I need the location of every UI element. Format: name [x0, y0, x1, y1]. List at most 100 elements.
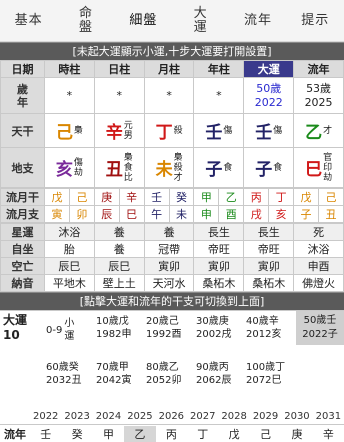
dizhi-note: 官 印 劫 — [323, 152, 333, 183]
liuyue_zhi-cell[interactable]: 卯 — [68, 205, 95, 223]
dayun-cell[interactable]: 10歲戊 1982申 — [96, 315, 131, 341]
dizhi-cell[interactable]: 亥傷 劫 — [44, 147, 95, 188]
liuyue_zhi-cell[interactable]: 丑 — [317, 205, 344, 223]
dayun-cell[interactable]: 20歲己 1992酉 — [146, 315, 181, 341]
liunian-age-cell[interactable]: 53歲 2025 — [293, 77, 344, 114]
tiangan-note: 才 — [323, 125, 333, 136]
liunian-year[interactable]: 2027 — [187, 411, 218, 422]
tab-detail[interactable]: 細盤 — [115, 0, 172, 41]
dayun-cell-line: 10歲戊 — [96, 316, 129, 327]
liunian-gan[interactable]: 壬 — [30, 426, 61, 442]
dayun-cell[interactable]: 0-9 小 運 — [46, 317, 74, 343]
tiangan-cell[interactable]: 辛元 男 — [93, 113, 145, 148]
liunian-year[interactable]: 2026 — [156, 411, 187, 422]
liuyue_gan-cell[interactable]: 戊 — [44, 188, 70, 206]
info-table: 星運 沐浴養養長生 長生死 自坐 胎養冠帶 帝旺 帝旺 沐浴 空亡 辰巳 辰巳 寅卯 寅卯 寅卯… — [0, 223, 344, 292]
dizhi-cell[interactable]: 巳官 印 劫 — [293, 147, 344, 188]
liuyue_zhi-cell[interactable]: 巳 — [118, 205, 145, 223]
liuyue_gan-cell[interactable]: 己 — [68, 188, 95, 206]
liuyue_zhi-cell[interactable]: 午 — [143, 205, 170, 223]
dizhi-char: 巳 — [305, 160, 323, 180]
tiangan-content: 己梟 — [45, 118, 94, 143]
liuyue_gan-cell[interactable]: 己 — [317, 188, 344, 206]
liuyue_gan-cell[interactable]: 甲 — [193, 188, 220, 206]
tab-liunian[interactable]: 流年 — [229, 0, 286, 41]
liunian-gan[interactable]: 甲 — [93, 426, 124, 442]
liunian-year[interactable]: 2023 — [61, 411, 92, 422]
liuyue_gan-cell[interactable]: 丁 — [268, 188, 295, 206]
liuyue_gan-cell[interactable]: 癸 — [168, 188, 195, 206]
dayun-cell[interactable]: 80歲乙 2052卯 — [146, 361, 181, 387]
dayun-cell[interactable]: 60歲癸 2032丑 — [46, 361, 81, 387]
tab-hints[interactable]: 提示 — [287, 0, 344, 41]
tab-chart[interactable]: 命盤 — [57, 0, 114, 41]
dizhi-cell[interactable]: 丑梟 食 比 — [93, 147, 145, 188]
kongwang-cell: 申酉 — [293, 257, 344, 275]
liuyue_gan-cell[interactable]: 辛 — [118, 188, 145, 206]
tiangan-char: 壬 — [255, 123, 273, 143]
liuyue_zhi-cell[interactable]: 未 — [168, 205, 195, 223]
tiangan-cell[interactable]: 壬傷 — [193, 113, 245, 148]
liunian-gan[interactable]: 庚 — [281, 426, 312, 442]
liunian-gan[interactable]: 丙 — [156, 426, 187, 442]
liuyue_gan-cell[interactable]: 庚 — [93, 188, 120, 206]
dayun-current[interactable]: 50歲壬 2022子 — [296, 311, 344, 345]
liuyue_gan-cell[interactable]: 壬 — [143, 188, 170, 206]
tiangan-char: 乙 — [305, 123, 323, 143]
liuyue_gan-cell[interactable]: 乙 — [218, 188, 245, 206]
header-cell: 流年 — [293, 60, 344, 78]
dizhi-char: 子 — [205, 160, 223, 180]
kongwang-row: 空亡 辰巳 辰巳 寅卯 寅卯 寅卯 申酉 — [0, 257, 344, 275]
liunian-age: 53歲 — [306, 81, 332, 95]
dizhi-content: 子食 — [194, 155, 243, 180]
liunian-gan[interactable]: 戊 — [218, 426, 249, 442]
liuyue_gan-cell[interactable]: 丙 — [243, 188, 270, 206]
liunian-gan[interactable]: 辛 — [313, 426, 344, 442]
settings-banner: [未起大運顯示小運,十步大運要打開設置] — [0, 42, 344, 60]
liunian-year[interactable]: 2029 — [250, 411, 281, 422]
dizhi-content: 丑梟 食 比 — [95, 153, 144, 183]
liuyue_zhi-cell[interactable]: 辰 — [93, 205, 120, 223]
liunian-gan[interactable]: 丁 — [187, 426, 218, 442]
dizhi-cell[interactable]: 子食 — [193, 147, 245, 188]
dayun-cell[interactable]: 30歲庚 2002戌 — [196, 315, 231, 341]
dayun-cell[interactable]: 40歲辛 2012亥 — [246, 315, 281, 341]
tiangan-cell[interactable]: 己梟 — [44, 113, 95, 148]
zizuo-cell: 帝旺 — [243, 240, 295, 258]
tiangan-cell[interactable]: 丁殺 — [143, 113, 195, 148]
dayun-cell[interactable]: 70歲甲 2042寅 — [96, 361, 131, 387]
liunian-gan[interactable]: 乙 — [124, 425, 156, 442]
liunian-year[interactable]: 2028 — [218, 411, 249, 422]
dayun-cell-line: 1992酉 — [146, 329, 182, 340]
tiangan-cell[interactable]: 壬傷 — [243, 113, 295, 148]
row-label-zizuo: 自坐 — [0, 240, 45, 258]
liuyue_zhi-cell[interactable]: 申 — [193, 205, 220, 223]
liunian-gan[interactable]: 癸 — [61, 426, 92, 442]
liuyue_gan-cell[interactable]: 戊 — [293, 188, 319, 206]
liuyue_zhi-cell[interactable]: 寅 — [44, 205, 70, 223]
tiangan-cell[interactable]: 乙才 — [293, 113, 344, 148]
liunian-year[interactable]: 2025 — [124, 411, 155, 422]
dizhi-cell[interactable]: 未梟 殺 才 — [143, 147, 195, 188]
liuyue_zhi-cell[interactable]: 亥 — [268, 205, 295, 223]
dayun-cell[interactable]: 100歲丁 2072巳 — [246, 361, 285, 387]
liunian-years-row: 2022 2023 2024 2025 2026 2027 2028 2029 2030 2031 — [0, 409, 344, 424]
dayun-age-cell[interactable]: 50歲 2022 — [243, 77, 295, 114]
bazi-table: 日期 時柱 日柱 月柱 年柱 大運 流年 歲 年 * * * * 50歲 202… — [0, 60, 344, 188]
tab-dayun[interactable]: 大運 — [172, 0, 229, 41]
liunian-year[interactable]: 2024 — [93, 411, 124, 422]
tiangan-row: 天干 己梟辛元 男丁殺壬傷壬傷乙才 — [0, 113, 344, 148]
liunian-year[interactable]: 2030 — [281, 411, 312, 422]
header-cell: 月柱 — [143, 60, 195, 78]
xingyun-cell: 養 — [93, 223, 145, 241]
dizhi-cell[interactable]: 子食 — [243, 147, 295, 188]
liuyue_zhi-cell[interactable]: 子 — [293, 205, 319, 223]
liuyue_zhi-cell[interactable]: 戌 — [243, 205, 270, 223]
dayun-cell-line: 90歲丙 — [196, 362, 229, 373]
liunian-year[interactable]: 2031 — [313, 411, 344, 422]
liunian-year[interactable]: 2022 — [30, 411, 61, 422]
tab-basic[interactable]: 基本 — [0, 0, 57, 41]
dayun-cell[interactable]: 90歲丙 2062辰 — [196, 361, 231, 387]
liuyue_zhi-cell[interactable]: 酉 — [218, 205, 245, 223]
liunian-gan[interactable]: 己 — [250, 426, 281, 442]
